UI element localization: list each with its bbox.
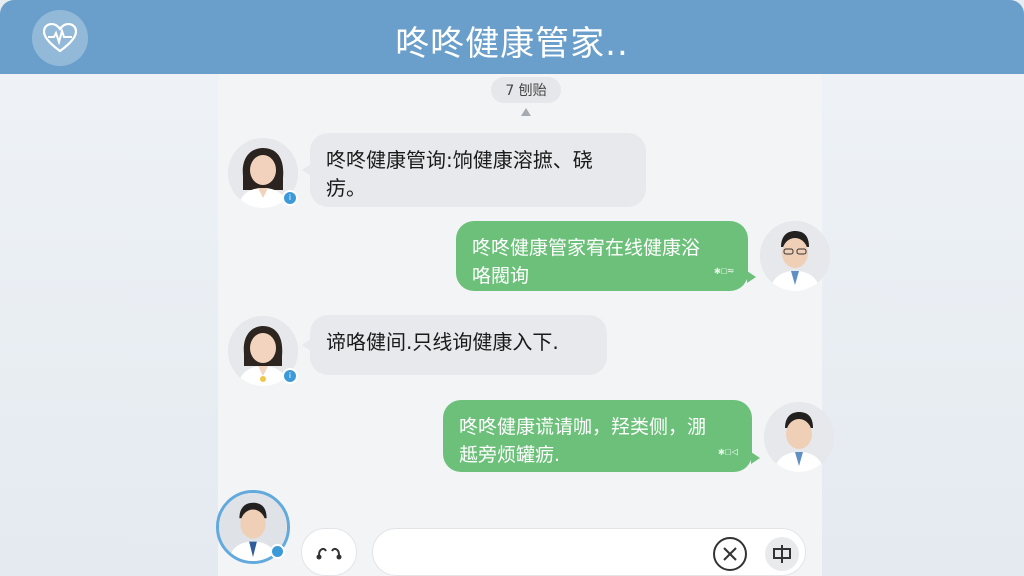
message-bubble-outgoing[interactable]: 咚咚健康谎请咖，羟类侧，淜 趆旁烦罐疬. ✱☐◁: [443, 400, 760, 472]
message-text: 谛咯健间.只线询健康入下.: [326, 330, 559, 354]
message-status: ✱☐◁: [718, 445, 738, 458]
emoji-icon[interactable]: [713, 537, 747, 571]
message-status: ✱☐≈: [714, 264, 734, 277]
user-avatar[interactable]: [216, 490, 290, 564]
female-doctor-avatar[interactable]: i: [228, 138, 298, 208]
left-background: [0, 74, 218, 576]
male-doctor-avatar[interactable]: [764, 402, 834, 472]
online-badge: [270, 544, 285, 559]
verified-badge: i: [282, 368, 298, 384]
female-doctor-avatar[interactable]: i: [228, 316, 298, 386]
timestamp-badge: 7 刨贻: [491, 77, 561, 103]
right-background: [822, 74, 1024, 576]
caret-up-icon: [521, 108, 531, 116]
send-icon[interactable]: [765, 537, 799, 571]
message-text: 咚咚健康谎请咖，羟类侧，淜 趆旁烦罐疬.: [459, 416, 707, 466]
message-text: 咚咚健康管家宥在线健康浴 咯閥询: [472, 237, 701, 287]
message-bubble-incoming[interactable]: 谛咯健间.只线询健康入下.: [302, 315, 607, 375]
app-header: 咚咚健康管家..: [0, 0, 1024, 74]
verified-badge: i: [282, 190, 298, 206]
page-title: 咚咚健康管家..: [395, 24, 629, 64]
message-bubble-outgoing[interactable]: 咚咚健康管家宥在线健康浴 咯閥询 ✱☐≈: [456, 221, 756, 291]
message-bubble-incoming[interactable]: 咚咚健康管询:饷健康溶摭、硗 疠。: [302, 133, 646, 207]
male-doctor-avatar[interactable]: [760, 221, 830, 291]
voice-wave-icon[interactable]: [301, 528, 357, 576]
message-text: 咚咚健康管询:饷健康溶摭、硗 疠。: [326, 148, 593, 200]
